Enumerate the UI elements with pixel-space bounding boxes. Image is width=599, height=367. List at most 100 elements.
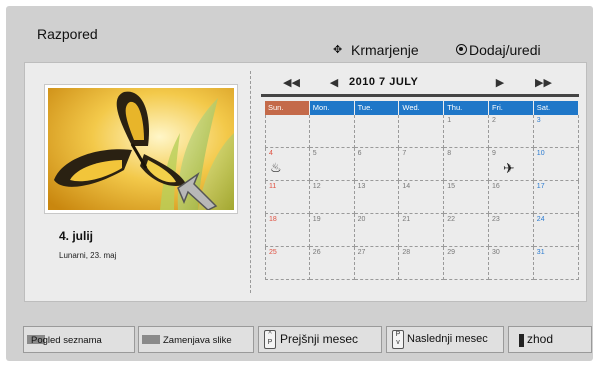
weekday-header: Wed.	[399, 101, 444, 115]
day-number: 10	[536, 150, 545, 157]
calendar-day-cell[interactable]: 30	[489, 247, 534, 280]
exit-key-icon	[519, 334, 524, 347]
calendar-day-cell[interactable]: 14	[399, 181, 445, 214]
day-number: 27	[357, 249, 366, 256]
day-number: 16	[492, 183, 500, 190]
calendar-day-cell[interactable]: 12	[309, 181, 355, 214]
calendar-day-cell[interactable]: 18	[265, 214, 310, 247]
day-number: 23	[492, 216, 500, 223]
calendar-day-cell[interactable]	[309, 115, 355, 148]
calendar-day-cell[interactable]: 23	[489, 214, 534, 247]
list-view-button[interactable]: Pogled seznama	[23, 326, 135, 353]
calendar-day-cell[interactable]: 13	[354, 181, 400, 214]
panel-divider	[250, 71, 251, 293]
day-number: 12	[312, 183, 321, 190]
day-number: 17	[536, 183, 545, 190]
exit-label: zhod	[527, 332, 554, 346]
day-number: 26	[312, 249, 321, 256]
calendar-day-cell[interactable]: 25	[265, 247, 310, 280]
next-month-icon[interactable]: ▶	[493, 76, 507, 90]
calendar-day-cell[interactable]: 2	[489, 115, 534, 148]
day-number: 19	[312, 216, 321, 223]
day-number: 25	[269, 249, 277, 256]
day-number: 22	[447, 216, 455, 223]
prev-year-icon[interactable]: ◀◀	[283, 76, 300, 90]
calendar-day-cell[interactable]: 17	[533, 181, 579, 214]
weekday-header: Tue.	[354, 101, 399, 115]
calendar-day-cell[interactable]: 7	[399, 148, 445, 181]
next-year-icon[interactable]: ▶▶	[535, 76, 552, 90]
calendar-day-cell[interactable]: 31	[533, 247, 579, 280]
ok-button-icon	[456, 44, 467, 55]
weekday-header: Mon.	[309, 101, 354, 115]
calendar-day-cell[interactable]: 19	[309, 214, 355, 247]
bottom-button-bar: Pogled seznama Zamenjava slike ^ P Prejšn…	[23, 326, 594, 353]
day-number: 14	[402, 183, 411, 190]
weekday-header: Thu.	[444, 101, 488, 115]
day-number: 7	[402, 150, 407, 157]
weekday-header: Sat.	[533, 101, 578, 115]
page-down-key-icon: Pv	[392, 330, 404, 349]
day-number: 20	[357, 216, 366, 223]
calendar-day-cell[interactable]: 11	[265, 181, 310, 214]
calendar-month-heading: 2010 7 JULY	[349, 76, 419, 88]
birthday-cake-icon: ♨	[270, 160, 282, 175]
calendar-photo[interactable]	[45, 85, 237, 213]
hint-add-label: Dodaj/uredi	[469, 42, 541, 58]
day-number: 8	[447, 150, 452, 157]
next-month-label: Naslednji mesec	[407, 333, 488, 345]
day-number: 21	[402, 216, 411, 223]
prev-month-button[interactable]: ^ P Prejšnji mesec	[258, 326, 382, 353]
calendar-day-cell[interactable]: 16	[489, 181, 534, 214]
list-view-label: Pogled seznama	[31, 335, 102, 346]
calendar-day-cell[interactable]: 20	[354, 214, 400, 247]
day-number: 30	[492, 249, 500, 256]
calendar-day-cell[interactable]: 24	[533, 214, 579, 247]
calendar-day-cell[interactable]: 29	[444, 247, 489, 280]
day-number: 4	[269, 150, 273, 157]
hint-navigate-label: Krmarjenje	[351, 42, 419, 58]
calendar-day-cell[interactable]: 21	[399, 214, 445, 247]
day-number: 29	[447, 249, 455, 256]
day-number: 1	[447, 117, 452, 124]
day-number: 28	[402, 249, 411, 256]
butterfly-image	[48, 88, 234, 210]
airplane-icon: ✈	[503, 160, 515, 176]
prev-month-label: Prejšnji mesec	[280, 332, 359, 346]
calendar-day-cell[interactable]: 26	[309, 247, 355, 280]
page-up-key-icon: ^ P	[264, 330, 276, 349]
calendar-day-cell[interactable]: 27	[354, 247, 400, 280]
calendar-day-cell[interactable]	[399, 115, 445, 148]
calendar-day-cell[interactable]: 9 ✈	[489, 148, 534, 181]
calendar-day-cell[interactable]: 3	[533, 115, 579, 148]
calendar-day-cell[interactable]: 6	[354, 148, 400, 181]
page-title: Razpored	[37, 26, 98, 42]
schedule-panel: 4. julij Lunarni, 23. maj ◀◀ ◀ 2010 7 JU…	[24, 62, 587, 302]
calendar-day-cell[interactable]: 8	[444, 148, 489, 181]
calendar-day-cell[interactable]: 4 ♨	[265, 148, 310, 181]
day-number: 9	[492, 150, 496, 157]
day-number: 13	[357, 183, 366, 190]
day-number: 15	[447, 183, 455, 190]
calendar-day-cell[interactable]	[265, 115, 310, 148]
calendar-navigation: ◀◀ ◀ 2010 7 JULY ▶ ▶▶	[261, 73, 579, 97]
calendar-day-cell[interactable]: 15	[444, 181, 489, 214]
day-number: 11	[269, 183, 277, 190]
exit-button[interactable]: zhod	[508, 326, 592, 353]
next-month-button[interactable]: Pv Naslednji mesec	[386, 326, 504, 353]
calendar-day-cell[interactable]: 5	[309, 148, 355, 181]
calendar-day-cell[interactable]: 1	[444, 115, 489, 148]
selected-date: 4. julij	[59, 229, 94, 243]
green-key-icon	[142, 335, 160, 344]
calendar-day-cell[interactable]: 28	[399, 247, 445, 280]
calendar-day-cell[interactable]	[354, 115, 400, 148]
lunar-date: Lunarni, 23. maj	[59, 251, 117, 260]
prev-month-icon[interactable]: ◀	[327, 76, 341, 90]
navigate-arrows-icon: ✥	[333, 44, 343, 56]
change-image-button[interactable]: Zamenjava slike	[138, 326, 254, 353]
day-number: 2	[492, 117, 496, 124]
calendar-day-cell[interactable]: 10	[533, 148, 579, 181]
weekday-header: Sun.	[265, 101, 309, 115]
calendar-day-cell[interactable]: 22	[444, 214, 489, 247]
key-hints: ✥ Krmarjenje Dodaj/uredi	[333, 42, 593, 60]
